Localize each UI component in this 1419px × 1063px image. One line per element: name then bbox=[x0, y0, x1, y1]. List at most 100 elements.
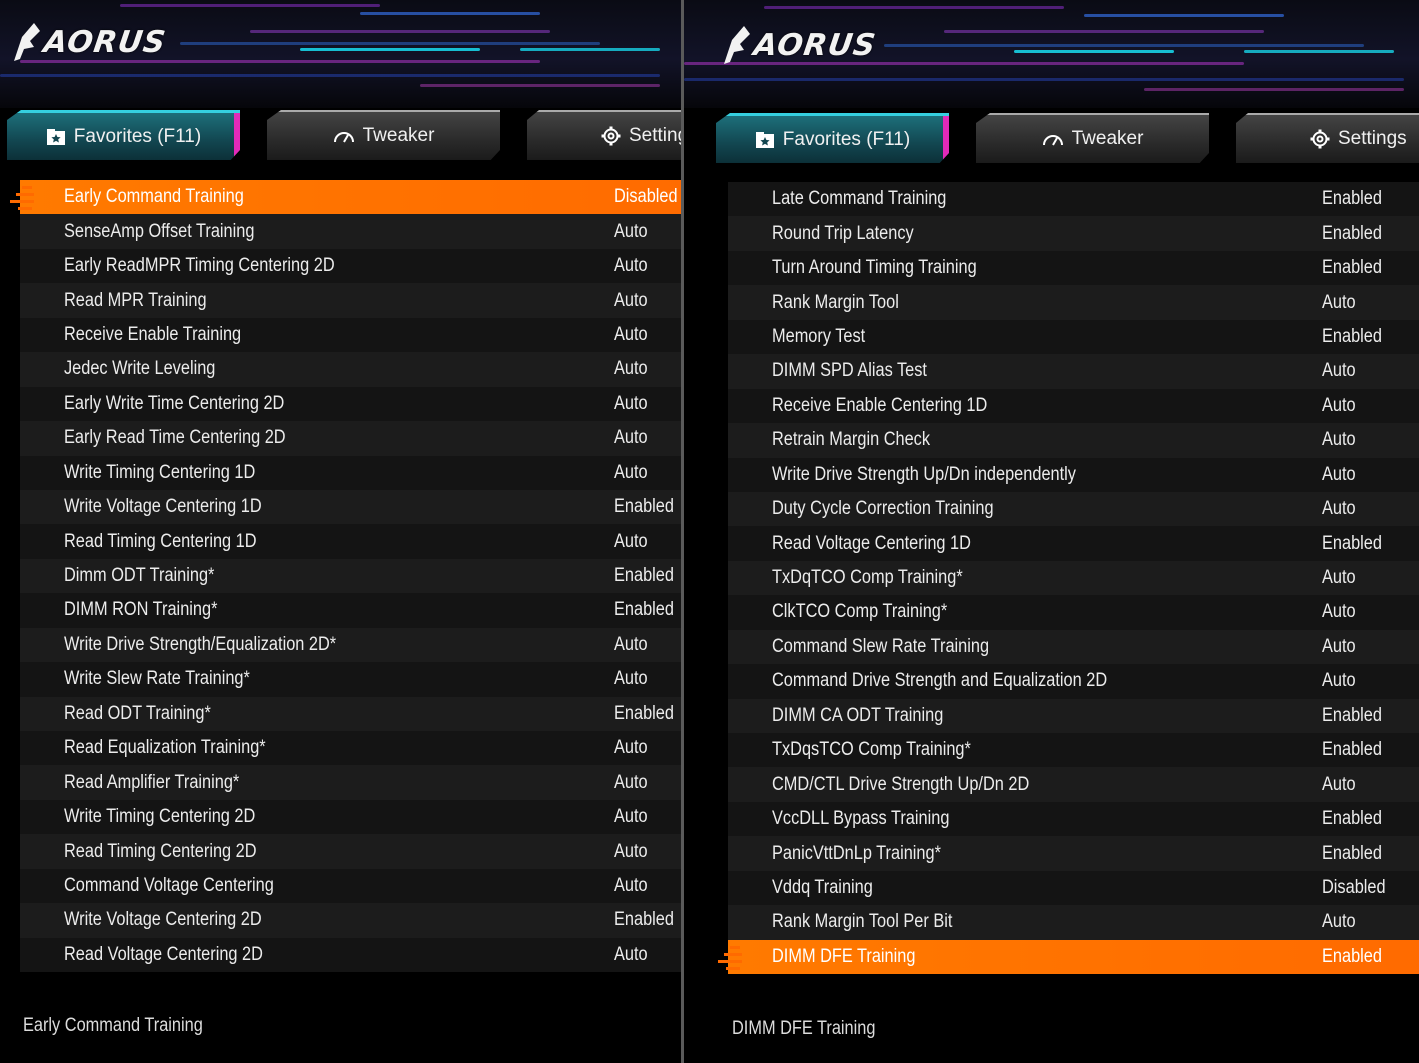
setting-row[interactable]: DIMM RON Training* Enabled bbox=[20, 593, 681, 628]
tab-tweaker[interactable]: Tweaker bbox=[976, 113, 1209, 163]
setting-row[interactable]: Dimm ODT Training* Enabled bbox=[20, 558, 681, 594]
setting-value[interactable]: Auto bbox=[614, 393, 648, 415]
setting-row[interactable]: Read ODT Training* Enabled bbox=[20, 696, 681, 731]
setting-value[interactable]: Auto bbox=[614, 841, 648, 863]
setting-value[interactable]: Enabled bbox=[1322, 739, 1382, 761]
setting-row[interactable]: Read Timing Centering 1D Auto bbox=[20, 524, 681, 559]
setting-value[interactable]: Auto bbox=[1322, 911, 1356, 933]
setting-row[interactable]: Early ReadMPR Timing Centering 2D Auto bbox=[20, 248, 681, 284]
setting-value[interactable]: Auto bbox=[614, 255, 648, 277]
setting-value[interactable]: Auto bbox=[614, 290, 648, 312]
setting-row[interactable]: Read Voltage Centering 2D Auto bbox=[20, 937, 681, 973]
setting-row-selected[interactable]: DIMM DFE Training Enabled bbox=[718, 939, 1419, 975]
setting-row[interactable]: Write Timing Centering 2D Auto bbox=[20, 799, 681, 835]
setting-row[interactable]: Read Amplifier Training* Auto bbox=[20, 765, 681, 800]
setting-value[interactable]: Auto bbox=[1322, 636, 1356, 658]
setting-row[interactable]: Write Voltage Centering 2D Enabled bbox=[20, 903, 681, 938]
setting-value[interactable]: Auto bbox=[614, 875, 648, 897]
setting-row[interactable]: VccDLL Bypass Training Enabled bbox=[728, 801, 1419, 837]
setting-row[interactable]: CMD/CTL Drive Strength Up/Dn 2D Auto bbox=[728, 767, 1419, 802]
setting-value[interactable]: Auto bbox=[614, 737, 648, 759]
setting-value[interactable]: Enabled bbox=[1322, 946, 1382, 968]
tab-tweaker[interactable]: Tweaker bbox=[267, 110, 500, 160]
setting-value[interactable]: Auto bbox=[1322, 429, 1356, 451]
setting-value[interactable]: Auto bbox=[1322, 395, 1356, 417]
setting-row[interactable]: Write Slew Rate Training* Auto bbox=[20, 662, 681, 697]
setting-value[interactable]: Auto bbox=[1322, 567, 1356, 589]
setting-value[interactable]: Auto bbox=[1322, 498, 1356, 520]
setting-value[interactable]: Auto bbox=[614, 462, 648, 484]
setting-row[interactable]: Write Voltage Centering 1D Enabled bbox=[20, 489, 681, 525]
setting-value[interactable]: Enabled bbox=[614, 565, 674, 587]
setting-value[interactable]: Disabled bbox=[614, 186, 678, 208]
setting-value[interactable]: Enabled bbox=[614, 496, 674, 518]
tab-favorites[interactable]: Favorites (F11) bbox=[716, 113, 949, 163]
setting-row[interactable]: Jedec Write Leveling Auto bbox=[20, 352, 681, 387]
setting-value[interactable]: Enabled bbox=[1322, 705, 1382, 727]
setting-value[interactable]: Disabled bbox=[1322, 877, 1386, 899]
setting-value[interactable]: Auto bbox=[614, 221, 648, 243]
setting-value[interactable]: Enabled bbox=[614, 909, 674, 931]
setting-value[interactable]: Enabled bbox=[614, 703, 674, 725]
setting-value[interactable]: Auto bbox=[614, 806, 648, 828]
setting-row[interactable]: Command Slew Rate Training Auto bbox=[728, 629, 1419, 665]
setting-row[interactable]: Command Drive Strength and Equalization … bbox=[728, 664, 1419, 699]
setting-value[interactable]: Auto bbox=[614, 358, 648, 380]
setting-row[interactable]: TxDqsTCO Comp Training* Enabled bbox=[728, 733, 1419, 768]
setting-row[interactable]: Receive Enable Training Auto bbox=[20, 317, 681, 353]
setting-value[interactable]: Auto bbox=[614, 531, 648, 553]
setting-value[interactable]: Auto bbox=[614, 944, 648, 966]
setting-value[interactable]: Enabled bbox=[1322, 188, 1382, 210]
setting-value[interactable]: Enabled bbox=[1322, 843, 1382, 865]
setting-value[interactable]: Auto bbox=[614, 324, 648, 346]
setting-row[interactable]: Rank Margin Tool Per Bit Auto bbox=[728, 905, 1419, 940]
tab-favorites-label: Favorites (F11) bbox=[782, 128, 911, 150]
setting-value[interactable]: Auto bbox=[1322, 670, 1356, 692]
setting-value[interactable]: Auto bbox=[1322, 360, 1356, 382]
setting-row[interactable]: Rank Margin Tool Auto bbox=[728, 285, 1419, 320]
setting-value[interactable]: Enabled bbox=[1322, 533, 1382, 555]
setting-row[interactable]: DIMM SPD Alias Test Auto bbox=[728, 354, 1419, 389]
setting-value[interactable]: Enabled bbox=[1322, 257, 1382, 279]
setting-value[interactable]: Enabled bbox=[1322, 223, 1382, 245]
setting-row[interactable]: Write Drive Strength Up/Dn independently… bbox=[728, 457, 1419, 492]
setting-row[interactable]: Early Write Time Centering 2D Auto bbox=[20, 386, 681, 422]
setting-row[interactable]: Retrain Margin Check Auto bbox=[728, 423, 1419, 458]
setting-value[interactable]: Enabled bbox=[1322, 808, 1382, 830]
setting-row[interactable]: Late Command Training Enabled bbox=[728, 182, 1419, 217]
setting-value[interactable]: Auto bbox=[614, 772, 648, 794]
setting-row[interactable]: SenseAmp Offset Training Auto bbox=[20, 214, 681, 249]
setting-row[interactable]: Vddq Training Disabled bbox=[728, 870, 1419, 906]
setting-row[interactable]: Command Voltage Centering Auto bbox=[20, 868, 681, 904]
setting-row[interactable]: Duty Cycle Correction Training Auto bbox=[728, 491, 1419, 527]
setting-value[interactable]: Auto bbox=[614, 427, 648, 449]
setting-row[interactable]: TxDqTCO Comp Training* Auto bbox=[728, 560, 1419, 596]
setting-row[interactable]: Read Equalization Training* Auto bbox=[20, 731, 681, 766]
setting-value[interactable]: Auto bbox=[1322, 464, 1356, 486]
setting-row[interactable]: Receive Enable Centering 1D Auto bbox=[728, 388, 1419, 424]
setting-row-selected[interactable]: Early Command Training Disabled bbox=[10, 180, 681, 215]
setting-value[interactable]: Auto bbox=[1322, 774, 1356, 796]
setting-value[interactable]: Auto bbox=[1322, 292, 1356, 314]
setting-value[interactable]: Auto bbox=[614, 668, 648, 690]
setting-value[interactable]: Enabled bbox=[1322, 326, 1382, 348]
setting-row[interactable]: Memory Test Enabled bbox=[728, 319, 1419, 355]
setting-row[interactable]: Early Read Time Centering 2D Auto bbox=[20, 421, 681, 456]
setting-row[interactable]: Write Drive Strength/Equalization 2D* Aut… bbox=[20, 627, 681, 663]
setting-row[interactable]: Read Timing Centering 2D Auto bbox=[20, 834, 681, 869]
setting-row[interactable]: DIMM CA ODT Training Enabled bbox=[728, 698, 1419, 733]
setting-row[interactable]: ClkTCO Comp Training* Auto bbox=[728, 595, 1419, 630]
speedometer-icon bbox=[1042, 131, 1064, 147]
tab-settings[interactable]: Setting bbox=[527, 110, 681, 160]
setting-row[interactable]: Write Timing Centering 1D Auto bbox=[20, 455, 681, 490]
setting-row[interactable]: Turn Around Timing Training Enabled bbox=[728, 250, 1419, 286]
setting-row[interactable]: Read Voltage Centering 1D Enabled bbox=[728, 526, 1419, 561]
setting-value[interactable]: Auto bbox=[614, 634, 648, 656]
tab-settings[interactable]: Settings bbox=[1236, 113, 1419, 163]
tab-favorites[interactable]: Favorites (F11) bbox=[7, 110, 240, 160]
setting-value[interactable]: Auto bbox=[1322, 601, 1356, 623]
setting-row[interactable]: Round Trip Latency Enabled bbox=[728, 216, 1419, 251]
setting-row[interactable]: PanicVttDnLp Training* Enabled bbox=[728, 836, 1419, 871]
setting-value[interactable]: Enabled bbox=[614, 599, 674, 621]
setting-row[interactable]: Read MPR Training Auto bbox=[20, 283, 681, 318]
